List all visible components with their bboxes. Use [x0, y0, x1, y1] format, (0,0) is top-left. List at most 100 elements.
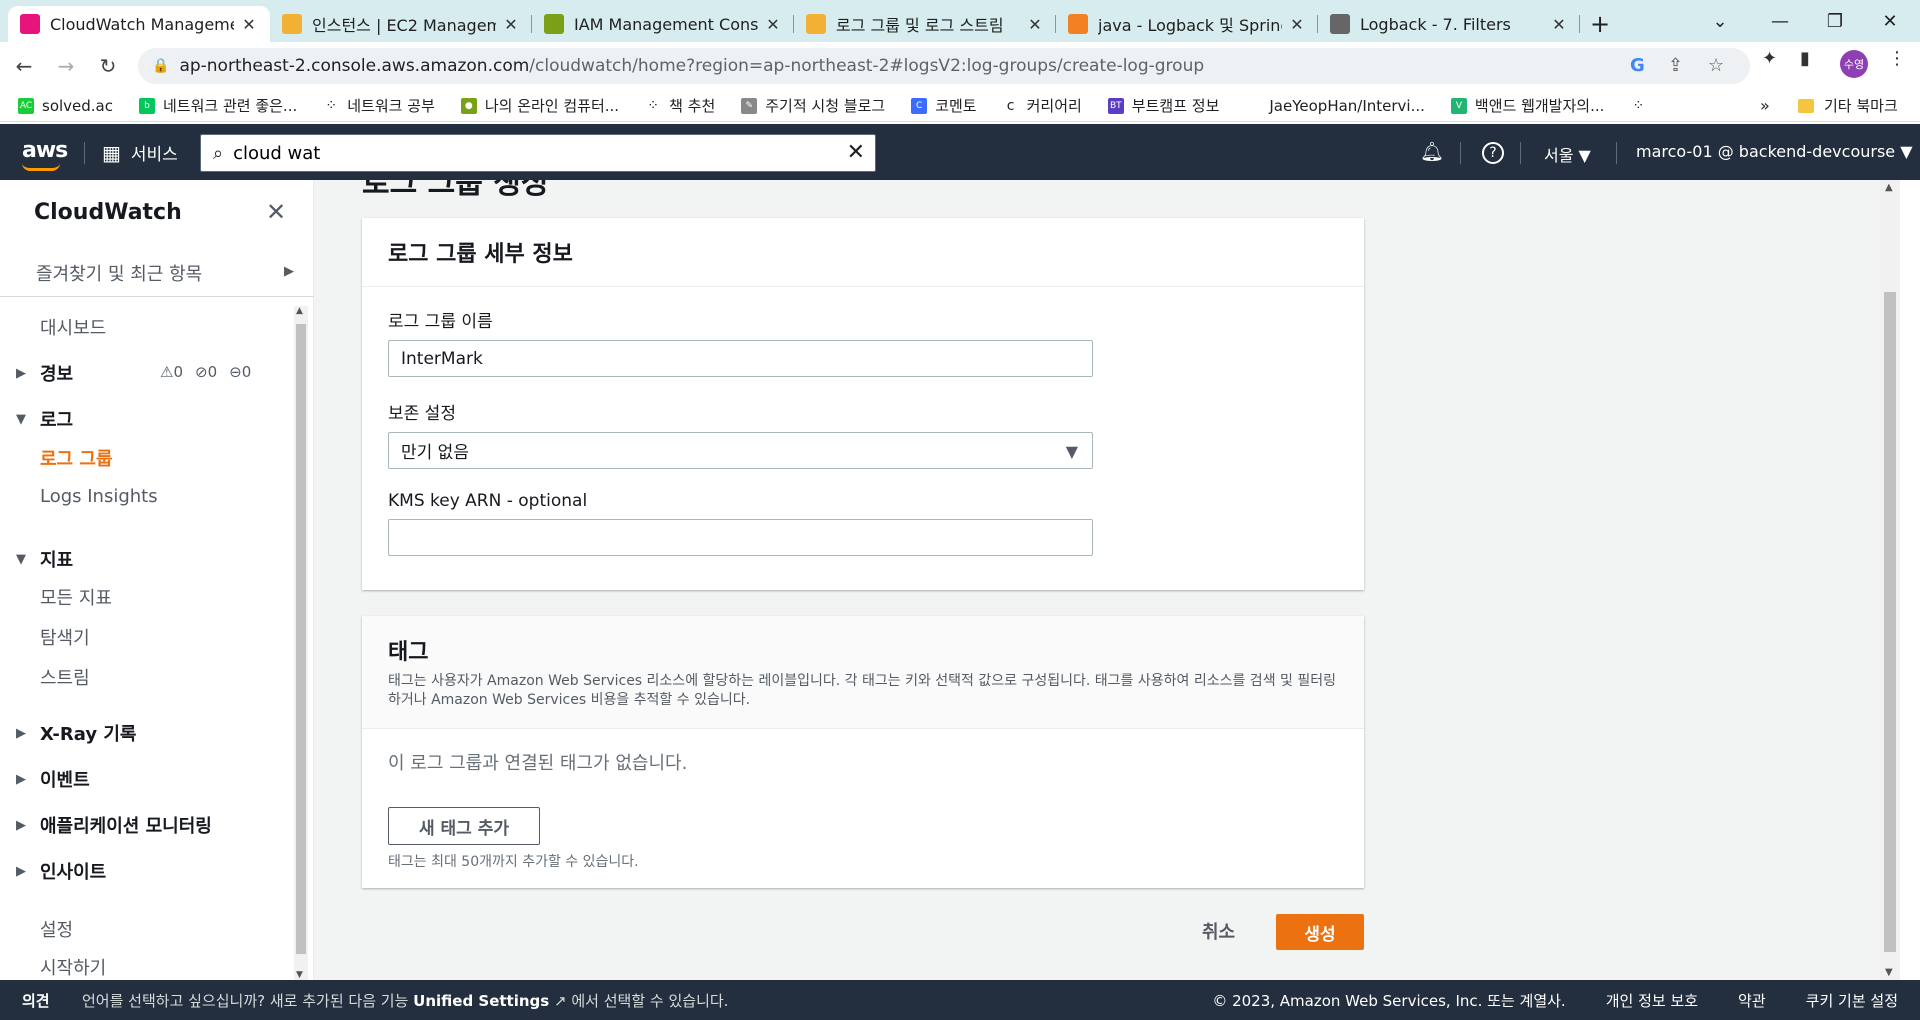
services-menu-button[interactable]: ▦ 서비스 [102, 140, 178, 166]
sidebar-item-logs-insights[interactable]: Logs Insights [40, 486, 158, 507]
url-host: ap-northeast-2.console.aws.amazon.com [179, 56, 530, 76]
close-tab-icon[interactable]: ✕ [1026, 15, 1044, 34]
sidebar-item-metrics[interactable]: 지표 [40, 546, 73, 572]
side-panel-icon[interactable]: ▮ [1800, 48, 1810, 69]
bookmark-favicon-icon: ⁘ [1632, 97, 1645, 114]
google-lens-icon[interactable]: G [1630, 55, 1645, 76]
caret-right-icon[interactable]: ▶ [16, 864, 26, 879]
caret-down-icon[interactable]: ▼ [16, 552, 26, 567]
close-sidebar-icon[interactable]: ✕ [266, 198, 286, 226]
other-bookmarks-folder[interactable]: 기타 북마크 [1798, 95, 1898, 116]
bookmark-item[interactable]: ⁘ 네트워크 공부 [323, 95, 434, 116]
clear-search-icon[interactable]: ✕ [847, 140, 865, 165]
sidebar-item-xray[interactable]: X-Ray 기록 [40, 720, 136, 746]
share-icon[interactable]: ⇪ [1668, 55, 1683, 76]
sidebar-item-getting-started[interactable]: 시작하기 [40, 954, 106, 980]
sidebar-item-settings[interactable]: 설정 [40, 916, 73, 942]
caret-right-icon[interactable]: ▶ [16, 818, 26, 833]
tab-label: java - Logback 및 Spring E [1098, 16, 1282, 35]
more-bookmarks-button[interactable]: » [1760, 96, 1770, 115]
logback-icon [1330, 14, 1350, 34]
profile-avatar[interactable]: 수영 [1840, 50, 1868, 78]
forward-button[interactable]: → [48, 48, 84, 84]
bookmark-item[interactable]: ⁘ [1630, 98, 1654, 114]
account-menu[interactable]: marco-01 @ backend-devcourse ▼ [1636, 142, 1913, 161]
help-icon[interactable]: ? [1482, 142, 1504, 164]
add-tag-button[interactable]: 새 태그 추가 [388, 807, 540, 845]
bookmark-item[interactable]: c 커리어리 [1003, 95, 1082, 116]
tab-search-icon[interactable]: ⌄ [1690, 0, 1750, 42]
back-button[interactable]: ← [6, 48, 42, 84]
bookmark-item[interactable]: AC solved.ac [18, 97, 113, 115]
kms-key-input[interactable] [388, 519, 1093, 556]
notifications-bell-icon[interactable]: 🔔︎ [1420, 140, 1444, 163]
sidebar-item-all-metrics[interactable]: 모든 지표 [40, 584, 112, 610]
browser-tab[interactable]: CloudWatch Management ✕ [8, 6, 270, 42]
unified-settings-link[interactable]: Unified Settings [413, 992, 549, 1010]
close-tab-icon[interactable]: ✕ [764, 15, 782, 34]
bookmark-item[interactable]: BT 부트캠프 정보 [1107, 95, 1219, 116]
caret-right-icon[interactable]: ▶ [16, 726, 26, 741]
extensions-icon[interactable]: ✦ [1762, 48, 1777, 69]
reload-button[interactable]: ↻ [90, 48, 126, 84]
new-tab-button[interactable]: + [1580, 6, 1620, 42]
no-tags-message: 이 로그 그룹과 연결된 태그가 없습니다. [388, 753, 688, 774]
chrome-menu-icon[interactable]: ⋮ [1888, 48, 1906, 69]
restore-button[interactable]: ❐ [1805, 0, 1865, 42]
sidebar-item-alarms[interactable]: 경보 [40, 360, 73, 386]
caret-right-icon[interactable]: ▶ [284, 264, 294, 279]
log-group-name-input[interactable]: InterMark [388, 340, 1093, 377]
close-tab-icon[interactable]: ✕ [1550, 15, 1568, 34]
stackoverflow-icon [1068, 14, 1088, 34]
favorites-recent-toggle[interactable]: 즐겨찾기 및 최근 항목 [36, 260, 202, 286]
bookmark-item[interactable]: C 코멘토 [911, 95, 977, 116]
bookmark-item[interactable]: b 네트워크 관련 좋은... [139, 95, 297, 116]
tags-panel: 태그 태그는 사용자가 Amazon Web Services 리소스에 할당하… [362, 616, 1364, 888]
cancel-button[interactable]: 취소 [1202, 918, 1235, 944]
sidebar-scrollbar[interactable]: ▲ ▼ [294, 306, 308, 980]
minimize-button[interactable]: — [1750, 0, 1810, 42]
close-tab-icon[interactable]: ✕ [502, 15, 520, 34]
region-selector[interactable]: 서울 ▼ [1544, 142, 1591, 166]
close-tab-icon[interactable]: ✕ [240, 15, 258, 34]
bookmark-item[interactable]: ✎ 주기적 시청 블로그 [741, 95, 885, 116]
create-button[interactable]: 생성 [1276, 914, 1364, 950]
aws-logo[interactable]: aws [22, 138, 68, 171]
bookmark-item[interactable]: JaeYeopHan/Intervi... [1245, 97, 1425, 115]
browser-tab[interactable]: Logback - 7. Filters ✕ [1318, 6, 1580, 42]
sidebar-item-logs[interactable]: 로그 [40, 406, 73, 432]
main-scrollbar[interactable]: ▲ ▼ [1880, 180, 1900, 980]
cookie-preferences-link[interactable]: 쿠키 기본 설정 [1806, 990, 1898, 1011]
ok-state-count[interactable]: ⊘0 [195, 363, 217, 381]
service-search-input[interactable]: ⌕ cloud wat ✕ [200, 134, 876, 172]
cube-icon [806, 14, 826, 34]
insufficient-state-count[interactable]: ⊖0 [229, 363, 251, 381]
feedback-button[interactable]: 의견 [22, 990, 50, 1011]
bookmark-item[interactable]: ⁘ 책 추천 [645, 95, 715, 116]
sidebar-item-dashboard[interactable]: 대시보드 [40, 314, 106, 340]
caret-right-icon[interactable]: ▶ [16, 772, 26, 787]
sidebar-item-explorer[interactable]: 탐색기 [40, 624, 90, 650]
terms-link[interactable]: 약관 [1738, 990, 1766, 1011]
bookmark-item[interactable]: ● 나의 온라인 컴퓨터... [460, 95, 619, 116]
sidebar-item-streams[interactable]: 스트림 [40, 664, 90, 690]
sidebar-item-insights[interactable]: 인사이트 [40, 858, 106, 884]
retention-select[interactable]: 만기 없음 ▼ [388, 432, 1093, 469]
privacy-link[interactable]: 개인 정보 보호 [1606, 990, 1698, 1011]
browser-tab-bar: CloudWatch Management✕인스턴스 | EC2 Managem… [0, 0, 1920, 42]
browser-tab[interactable]: IAM Management Console ✕ [532, 6, 794, 42]
close-tab-icon[interactable]: ✕ [1288, 15, 1306, 34]
url-input[interactable]: 🔒 ap-northeast-2.console.aws.amazon.com/… [138, 48, 1750, 84]
bookmark-item[interactable]: V 백앤드 웹개발자의... [1450, 95, 1604, 116]
browser-tab[interactable]: java - Logback 및 Spring E ✕ [1056, 6, 1318, 42]
alarm-state-count[interactable]: ⚠0 [160, 363, 183, 381]
browser-tab[interactable]: 로그 그룹 및 로그 스트림 ✕ [794, 6, 1056, 42]
sidebar-item-events[interactable]: 이벤트 [40, 766, 90, 792]
sidebar-item-log-groups[interactable]: 로그 그룹 [40, 445, 113, 471]
close-window-button[interactable]: ✕ [1860, 0, 1920, 42]
sidebar-item-app-monitoring[interactable]: 애플리케이션 모니터링 [40, 812, 212, 838]
browser-tab[interactable]: 인스턴스 | EC2 Manageme ✕ [270, 6, 532, 42]
caret-down-icon[interactable]: ▼ [16, 412, 26, 427]
bookmark-star-icon[interactable]: ☆ [1708, 55, 1724, 76]
caret-right-icon[interactable]: ▶ [16, 366, 26, 381]
